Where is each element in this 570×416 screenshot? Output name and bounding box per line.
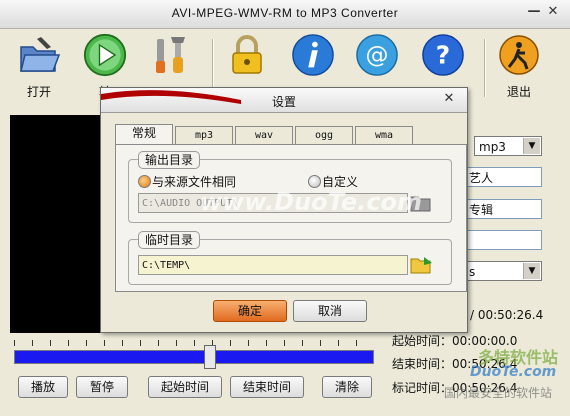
main-title-bar: AVI-MPEG-WMV-RM to MP3 Converter — ✕ — [0, 0, 570, 29]
artist-input[interactable]: 艺人 — [464, 167, 542, 187]
duration-label: / 00:50:26.4 — [470, 308, 544, 322]
set-start-time-button[interactable]: 起始时间 — [148, 376, 222, 398]
email-button[interactable]: @ — [348, 33, 406, 77]
question-icon: ? — [421, 33, 465, 77]
cancel-button[interactable]: 取消 — [293, 300, 367, 322]
extra-input[interactable] — [464, 230, 542, 250]
corner-watermark-3: 国内最安全的软件站 — [444, 386, 553, 400]
info-icon — [291, 33, 335, 77]
dialog-title: 设置 — [271, 95, 296, 109]
tab-wav[interactable]: wav — [235, 126, 293, 144]
tab-general[interactable]: 常规 — [115, 124, 173, 145]
temp-dir-label: 临时目录 — [138, 231, 201, 249]
exit-label: 退出 — [506, 85, 531, 99]
center-watermark: www.DuoTe.com — [200, 188, 422, 216]
clear-button[interactable]: 清除 — [322, 376, 372, 398]
tab-wma[interactable]: wma — [355, 126, 413, 144]
window-title: AVI-MPEG-WMV-RM to MP3 Converter — [171, 6, 399, 20]
dialog-title-bar: 设置 ✕ — [101, 88, 467, 113]
corner-watermark-2: DuoTe.com — [470, 364, 557, 380]
at-sign-icon: @ — [355, 33, 399, 77]
chevron-down-icon: ▼ — [523, 263, 540, 279]
folder-browse-temp-icon[interactable] — [410, 255, 434, 278]
lock-icon — [225, 33, 269, 77]
open-label: 打开 — [26, 85, 51, 99]
seek-slider-thumb[interactable] — [204, 345, 216, 369]
close-button[interactable]: ✕ — [545, 4, 561, 20]
open-button[interactable]: 打开 — [10, 33, 68, 100]
ok-button[interactable]: 确定 — [213, 300, 287, 322]
play-circle-icon — [83, 33, 127, 77]
genre-select[interactable]: s ▼ — [464, 261, 542, 281]
exit-button[interactable]: 退出 — [490, 33, 548, 100]
exit-icon — [497, 33, 541, 77]
svg-text:@: @ — [366, 43, 389, 69]
format-select[interactable]: mp3 ▼ — [474, 136, 542, 156]
tools-button[interactable] — [142, 33, 200, 77]
temp-path-input[interactable]: C:\TEMP\ — [138, 255, 408, 275]
info-button[interactable] — [284, 33, 342, 77]
folder-open-icon — [17, 33, 61, 77]
pause-button[interactable]: 暂停 — [76, 376, 128, 398]
seek-slider[interactable] — [14, 350, 374, 364]
general-tab-panel: 输出目录 与来源文件相同 自定义 C:\AUDIO OUTPUT\ 临时目录 C… — [115, 144, 467, 292]
help-button[interactable]: ? — [414, 33, 472, 77]
genre-value: s — [469, 265, 476, 279]
timeline-ticks — [14, 340, 372, 346]
album-input[interactable]: 专辑 — [464, 199, 542, 219]
minimize-button[interactable]: — — [526, 4, 542, 20]
set-end-time-button[interactable]: 结束时间 — [230, 376, 304, 398]
toolbar-separator-2 — [484, 39, 486, 97]
svg-text:?: ? — [436, 41, 450, 70]
output-dir-label: 输出目录 — [138, 151, 201, 169]
play-button[interactable]: 播放 — [18, 376, 68, 398]
tab-mp3[interactable]: mp3 — [175, 126, 233, 144]
format-value: mp3 — [479, 140, 506, 154]
same-as-source-radio[interactable] — [138, 175, 151, 188]
dialog-close-button[interactable]: ✕ — [441, 91, 457, 107]
chevron-down-icon: ▼ — [523, 138, 540, 154]
lock-button[interactable] — [218, 33, 276, 77]
tab-ogg[interactable]: ogg — [295, 126, 353, 144]
custom-radio[interactable] — [308, 175, 321, 188]
wrench-screwdriver-icon — [149, 33, 193, 77]
